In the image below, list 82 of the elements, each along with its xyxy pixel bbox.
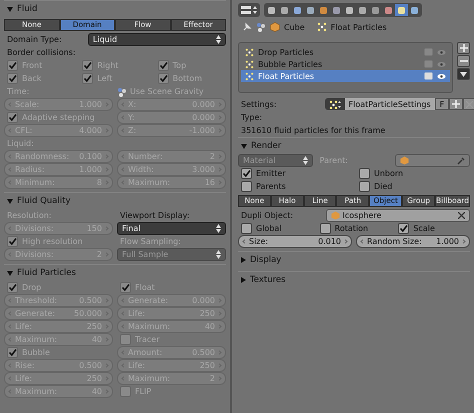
number-field[interactable]: Random Size: 1.000 [356, 235, 470, 248]
checkmark-icon [242, 169, 251, 178]
updown-icon [216, 224, 221, 233]
editor-type-button[interactable] [238, 3, 260, 17]
close-button[interactable] [463, 98, 474, 110]
cube-icon [400, 156, 410, 165]
field-label: Border collisions: [6, 48, 76, 57]
checkmark-icon [8, 348, 17, 357]
menu-button[interactable] [457, 68, 470, 80]
checkbox[interactable]: Parents [238, 181, 286, 192]
panel-header[interactable]: Textures [238, 272, 470, 288]
property-tab[interactable] [395, 4, 408, 16]
editor-type-icon [241, 5, 257, 15]
panel-header[interactable]: Fluid Quality [4, 193, 226, 209]
property-tab[interactable] [330, 4, 343, 16]
plus-icon [460, 44, 468, 52]
panel-title: Fluid Quality [17, 196, 70, 206]
settings-browse-button[interactable] [324, 98, 345, 110]
settings-name-field[interactable]: FloatParticleSettings [344, 98, 435, 110]
cube-icon [270, 22, 280, 32]
checkmark-icon [121, 283, 130, 292]
panel-title: Textures [250, 275, 286, 285]
checkbox[interactable]: Emitter [238, 168, 286, 179]
breadcrumb-item[interactable]: Cube [284, 22, 305, 32]
breadcrumb-item[interactable]: Float Particles [330, 22, 387, 32]
dropdown[interactable]: Liquid [88, 33, 226, 46]
property-tab[interactable] [343, 4, 356, 16]
eye-icon[interactable] [437, 72, 446, 80]
particles-icon [328, 100, 341, 108]
property-tab[interactable] [382, 4, 395, 16]
object-field[interactable]: Icosphere [326, 209, 470, 222]
property-tab[interactable] [317, 4, 330, 16]
property-tab[interactable] [369, 4, 382, 16]
field-label: Dupli Object: [240, 211, 294, 220]
fake-user-button[interactable]: F [434, 98, 450, 110]
add-button[interactable] [457, 42, 470, 54]
panel-header[interactable]: Display [238, 252, 470, 268]
checkbox[interactable]: Died [356, 181, 392, 192]
checkmark-icon [8, 113, 17, 122]
close-icon [466, 100, 474, 108]
field-label: Domain Type: [6, 35, 62, 44]
field-label: Settings: [240, 100, 278, 108]
panel-header[interactable]: Render [238, 138, 470, 154]
dropdown[interactable]: Final [117, 222, 226, 235]
minus-icon [460, 57, 468, 65]
add-button[interactable] [449, 98, 464, 110]
panel-header[interactable]: Fluid [4, 1, 226, 17]
dots-icon [117, 86, 127, 96]
property-tab[interactable] [356, 4, 369, 16]
panel-title: Render [251, 141, 282, 151]
pin-icon[interactable] [242, 22, 252, 32]
checkmark-icon [8, 283, 17, 292]
property-tab[interactable] [408, 4, 421, 16]
field-label: Viewport Display: [119, 211, 190, 220]
panel-header[interactable]: Fluid Particles [4, 265, 226, 281]
property-tab[interactable] [291, 4, 304, 16]
updown-icon [302, 156, 308, 165]
remove-button[interactable] [457, 55, 470, 67]
checkmark-icon [8, 237, 17, 246]
status-text: 351610 fluid particles for this frame [240, 125, 386, 137]
panel-title: Fluid Particles [17, 268, 76, 278]
list-item[interactable]: Float Particles [241, 70, 450, 82]
panel-title: Display [250, 255, 282, 265]
updown-icon [216, 250, 221, 259]
cube-icon [330, 211, 340, 220]
particles-icon [316, 22, 327, 32]
checkbox[interactable]: Rotation [316, 223, 368, 234]
clear-icon[interactable] [458, 212, 465, 219]
property-tab[interactable] [304, 4, 317, 16]
dots-icon [256, 22, 266, 32]
checkmark-icon [399, 224, 408, 233]
property-tab[interactable] [265, 4, 278, 16]
property-tab[interactable] [278, 4, 291, 16]
updown-icon [216, 35, 221, 44]
caret-icon [460, 72, 467, 76]
checkbox[interactable]: Unborn [356, 168, 404, 179]
plus-icon [452, 100, 460, 108]
checkbox[interactable]: Global [238, 223, 282, 234]
checkbox[interactable]: Scale [395, 223, 435, 234]
panel-title: Fluid [17, 4, 38, 14]
field-label: Type: [240, 112, 264, 124]
number-field[interactable]: Size: 0.010 [238, 235, 352, 248]
